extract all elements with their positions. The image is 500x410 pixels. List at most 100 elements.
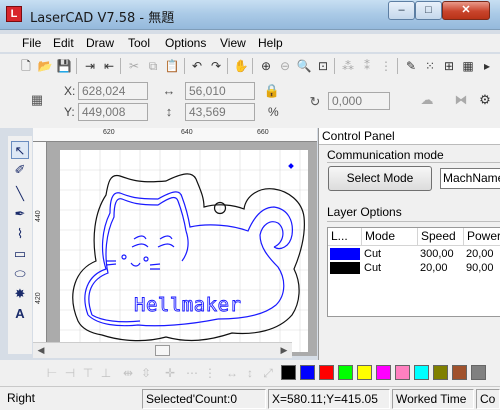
color-swatch-green[interactable]: [338, 365, 353, 380]
layer-mode[interactable]: Cut: [362, 261, 381, 275]
ungroup-icon[interactable]: ⁑: [359, 58, 375, 74]
machine-name-field[interactable]: MachName: [440, 168, 500, 189]
layer-color-swatch[interactable]: [330, 248, 360, 260]
color-swatch-cyan[interactable]: [414, 365, 429, 380]
align-top-icon[interactable]: ⊤: [80, 365, 96, 381]
center-vertical-icon[interactable]: ⇳: [138, 365, 154, 381]
scroll-thumb[interactable]: [155, 345, 170, 356]
lock-icon[interactable]: 🔒: [263, 83, 281, 99]
color-swatch-black[interactable]: [281, 365, 296, 380]
mirror-icon[interactable]: ⧓: [452, 92, 470, 108]
polyline-icon[interactable]: ⌇: [11, 225, 29, 243]
column-header[interactable]: Power: [464, 228, 500, 246]
center-both-icon[interactable]: ✛: [162, 365, 178, 381]
scroll-right-icon[interactable]: ▶: [278, 345, 290, 356]
gear-icon[interactable]: ⚙: [476, 92, 494, 108]
color-swatch-blue[interactable]: [300, 365, 315, 380]
color-swatch-yellow[interactable]: [357, 365, 372, 380]
column-header[interactable]: Speed: [418, 228, 464, 246]
menu-edit[interactable]: Edit: [53, 36, 74, 50]
same-size-icon[interactable]: ⤢: [260, 365, 276, 381]
save-icon[interactable]: 💾: [56, 58, 72, 74]
layer-color-swatch[interactable]: [330, 262, 360, 274]
layer-power[interactable]: 20,00: [464, 247, 494, 261]
undo-icon[interactable]: ↶: [189, 58, 205, 74]
align-left-icon[interactable]: ⊢: [44, 365, 60, 381]
cloud-icon[interactable]: ☁: [418, 92, 436, 108]
menu-view[interactable]: View: [220, 36, 246, 50]
column-header[interactable]: L...: [328, 228, 362, 246]
ruler-tick-label: 640: [181, 129, 193, 136]
redo-icon[interactable]: ↷: [208, 58, 224, 74]
position-grid-icon[interactable]: ▦: [28, 92, 46, 108]
same-width-icon[interactable]: ↔: [224, 365, 240, 381]
distribute-horizontal-icon[interactable]: ⋯: [184, 365, 200, 381]
width-field[interactable]: 56,010: [185, 82, 255, 100]
app-icon: L: [6, 6, 22, 22]
grid-dots-icon[interactable]: ⁙: [422, 58, 438, 74]
menu-help[interactable]: Help: [258, 36, 283, 50]
x-field[interactable]: 628,024: [78, 82, 148, 100]
color-swatch-olive[interactable]: [433, 365, 448, 380]
zoom-out-icon[interactable]: ⊖: [277, 58, 293, 74]
pen-icon[interactable]: ✒: [11, 205, 29, 223]
minimize-button[interactable]: –: [388, 1, 415, 20]
paste-icon[interactable]: 📋: [164, 58, 180, 74]
ruler-tick-label: 620: [103, 129, 115, 136]
export-icon[interactable]: ⇤: [101, 58, 117, 74]
height-arrow-icon: ↕: [165, 104, 173, 119]
toolbar-divider: [227, 58, 228, 74]
text-icon[interactable]: A: [11, 305, 29, 323]
work-area[interactable]: Hellmaker: [48, 143, 317, 356]
layer-power[interactable]: 90,00: [464, 261, 494, 275]
zoom-fit-icon[interactable]: ⊡: [315, 58, 331, 74]
scroll-left-icon[interactable]: ◀: [35, 345, 47, 356]
layer-speed[interactable]: 20,00: [418, 261, 448, 275]
ellipse-icon[interactable]: ⬭: [11, 265, 29, 283]
layer-mode[interactable]: Cut: [362, 247, 381, 261]
drawing-canvas[interactable]: 620 640 660 440 420 Hellmaker: [33, 128, 317, 356]
layer-speed[interactable]: 300,00: [418, 247, 454, 261]
menu-options[interactable]: Options: [165, 36, 206, 50]
more-icon[interactable]: ▸: [479, 58, 495, 74]
edit-node-icon[interactable]: ✎: [403, 58, 419, 74]
menu-draw[interactable]: Draw: [86, 36, 114, 50]
color-swatch-gray[interactable]: [471, 365, 486, 380]
align-right-icon[interactable]: ⊣: [62, 365, 78, 381]
cut-icon[interactable]: ✂: [126, 58, 142, 74]
star-icon[interactable]: ✸: [11, 285, 29, 303]
color-swatch-red[interactable]: [319, 365, 334, 380]
select-mode-button[interactable]: Select Mode: [328, 166, 432, 191]
node-edit-icon[interactable]: ✐: [11, 161, 29, 179]
height-field[interactable]: 43,569: [185, 103, 255, 121]
align-bottom-icon[interactable]: ⊥: [98, 365, 114, 381]
close-button[interactable]: ✕: [442, 1, 490, 20]
zoom-icon[interactable]: ⊕: [258, 58, 274, 74]
array-icon[interactable]: ▦: [460, 58, 476, 74]
group-icon[interactable]: ⁂: [340, 58, 356, 74]
zoom-page-icon[interactable]: 🔍: [296, 58, 312, 74]
color-swatch-pink[interactable]: [395, 365, 410, 380]
select-pointer-icon[interactable]: ↖: [11, 141, 29, 159]
menu-file[interactable]: File: [22, 36, 41, 50]
color-swatch-magenta[interactable]: [376, 365, 391, 380]
column-header[interactable]: Mode: [362, 228, 418, 246]
align-icon[interactable]: ⋮: [378, 58, 394, 74]
rectangle-icon[interactable]: ▭: [11, 245, 29, 263]
new-file-icon[interactable]: 🗋: [18, 58, 34, 74]
horizontal-scrollbar[interactable]: ◀ ▶: [33, 342, 292, 358]
pan-hand-icon[interactable]: ✋: [233, 58, 249, 74]
copy-icon[interactable]: ⧉: [145, 58, 161, 74]
menu-tool[interactable]: Tool: [128, 36, 150, 50]
rotate-field[interactable]: 0,000: [328, 92, 390, 110]
grid-icon[interactable]: ⊞: [441, 58, 457, 74]
y-field[interactable]: 449,008: [78, 103, 148, 121]
open-folder-icon[interactable]: 📂: [37, 58, 53, 74]
color-swatch-brown[interactable]: [452, 365, 467, 380]
distribute-vertical-icon[interactable]: ⋮: [202, 365, 218, 381]
center-horizontal-icon[interactable]: ⇹: [120, 365, 136, 381]
line-icon[interactable]: ╲: [11, 185, 29, 203]
same-height-icon[interactable]: ↕: [242, 365, 258, 381]
import-icon[interactable]: ⇥: [82, 58, 98, 74]
maximize-button[interactable]: □: [415, 1, 442, 20]
